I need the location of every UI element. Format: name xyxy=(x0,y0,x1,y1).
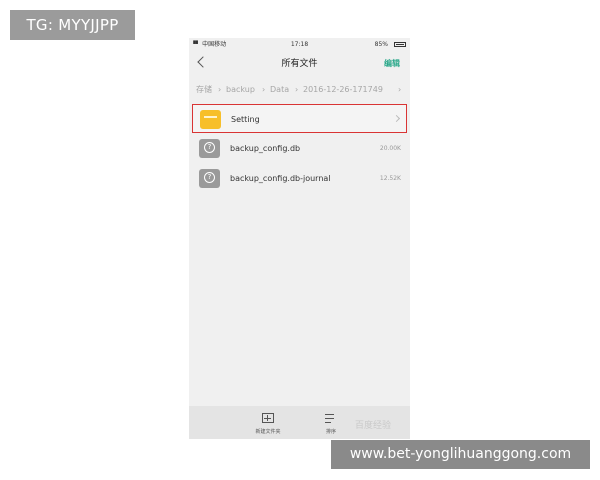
nav-bar: 所有文件 编辑 xyxy=(189,51,410,77)
breadcrumb-item-storage[interactable]: 存储 xyxy=(196,81,212,99)
battery-icon xyxy=(394,42,406,47)
edit-button[interactable]: 编辑 xyxy=(384,51,400,77)
file-row-setting[interactable]: Setting xyxy=(192,104,407,133)
new-folder-icon xyxy=(262,413,274,423)
sort-label: 排序 xyxy=(325,429,336,435)
breadcrumb-item-data[interactable]: Data xyxy=(270,81,289,99)
phone-screen: ▝▘ 中国移动 17:18 85% 所有文件 编辑 存储 › backup › … xyxy=(189,38,410,439)
page-title: 所有文件 xyxy=(281,59,318,69)
new-folder-label: 新建文件夹 xyxy=(255,429,281,435)
folder-icon xyxy=(200,110,221,129)
file-size: 20.00K xyxy=(379,145,401,152)
sort-button[interactable]: 排序 xyxy=(321,406,341,439)
unknown-file-icon xyxy=(199,139,220,158)
sort-icon xyxy=(325,413,337,423)
file-size: 12.52K xyxy=(379,175,401,182)
new-folder-button[interactable]: 新建文件夹 xyxy=(249,406,287,439)
unknown-file-icon xyxy=(199,169,220,188)
breadcrumb-separator: › xyxy=(398,85,402,94)
status-bar: ▝▘ 中国移动 17:18 85% xyxy=(189,38,410,51)
breadcrumb: 存储 › backup › Data › 2016-12-26-171749 › xyxy=(189,81,410,99)
file-name: backup_config.db-journal xyxy=(230,174,331,183)
file-name: Setting xyxy=(231,115,260,124)
faint-watermark: 百度经验 xyxy=(355,421,392,431)
file-row-backup-config-db-journal[interactable]: backup_config.db-journal 12.52K xyxy=(192,164,407,193)
breadcrumb-item-date-folder[interactable]: 2016-12-26-171749 xyxy=(303,81,383,99)
breadcrumb-separator: › xyxy=(295,85,299,94)
breadcrumb-item-backup[interactable]: backup xyxy=(226,81,255,99)
breadcrumb-separator: › xyxy=(262,85,266,94)
file-name: backup_config.db xyxy=(230,144,301,153)
chevron-right-icon xyxy=(392,114,401,123)
file-row-backup-config-db[interactable]: backup_config.db 20.00K xyxy=(192,134,407,163)
breadcrumb-separator: › xyxy=(218,85,222,94)
watermark-bottom-right: www.bet-yonglihuanggong.com xyxy=(331,440,590,469)
battery-percent: 85% xyxy=(374,41,388,48)
watermark-top-left: TG: MYYJJPP xyxy=(10,10,135,40)
